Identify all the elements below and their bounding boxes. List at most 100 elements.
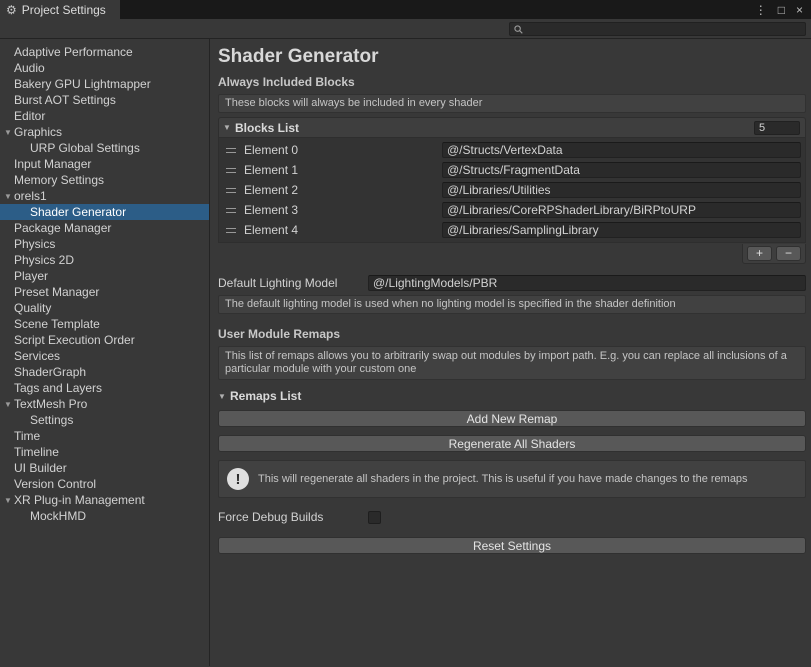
search-field[interactable]	[509, 22, 806, 36]
foldout-expanded-icon[interactable]: ▼	[2, 128, 14, 137]
drag-handle-icon[interactable]	[226, 188, 236, 193]
sidebar-item-physics-2d[interactable]: Physics 2D	[0, 252, 209, 268]
element-value-field[interactable]	[442, 202, 801, 218]
maximize-icon[interactable]: □	[778, 3, 785, 17]
drag-handle-icon[interactable]	[226, 228, 236, 233]
sidebar-item-input-manager[interactable]: Input Manager	[0, 156, 209, 172]
regenerate-all-shaders-button[interactable]: Regenerate All Shaders	[218, 435, 806, 452]
sidebar-item-label: Bakery GPU Lightmapper	[14, 77, 151, 91]
blocks-list-size-field[interactable]: 5	[754, 121, 800, 135]
sidebar-item-shadergraph[interactable]: ShaderGraph	[0, 364, 209, 380]
sidebar-item-time[interactable]: Time	[0, 428, 209, 444]
foldout-expanded-icon[interactable]: ▼	[2, 192, 14, 201]
blocks-list-row: Element 0	[219, 140, 805, 160]
titlebar: ⚙ Project Settings ⋮ □ ×	[0, 0, 811, 19]
sidebar-item-services[interactable]: Services	[0, 348, 209, 364]
element-value-field[interactable]	[442, 222, 801, 238]
remaps-list-label: Remaps List	[230, 389, 301, 403]
regenerate-warning-box: ! This will regenerate all shaders in th…	[218, 460, 806, 498]
sidebar-item-shader-generator[interactable]: Shader Generator	[0, 204, 209, 220]
sidebar-item-bakery-gpu-lightmapper[interactable]: Bakery GPU Lightmapper	[0, 76, 209, 92]
element-value-field[interactable]	[442, 142, 801, 158]
sidebar-item-label: Editor	[14, 109, 45, 123]
remaps-helpbox: This list of remaps allows you to arbitr…	[218, 346, 806, 380]
add-element-button[interactable]: +	[747, 246, 772, 261]
window-title: Project Settings	[22, 3, 106, 17]
blocks-list-body: Element 0 Element 1 Element 2 Element 3 …	[218, 137, 806, 243]
warning-icon: !	[227, 468, 249, 490]
sidebar-item-mockhmd[interactable]: MockHMD	[0, 508, 209, 524]
sidebar-item-urp-global-settings[interactable]: URP Global Settings	[0, 140, 209, 156]
sidebar-item-editor[interactable]: Editor	[0, 108, 209, 124]
search-input[interactable]	[527, 23, 801, 35]
sidebar-item-timeline[interactable]: Timeline	[0, 444, 209, 460]
sidebar-item-label: XR Plug-in Management	[14, 493, 145, 507]
drag-handle-icon[interactable]	[226, 208, 236, 213]
sidebar-item-xr-plug-in-management[interactable]: ▼ XR Plug-in Management	[0, 492, 209, 508]
sidebar-item-script-execution-order[interactable]: Script Execution Order	[0, 332, 209, 348]
sidebar-item-label: ShaderGraph	[14, 365, 86, 379]
blocks-list-header[interactable]: ▼ Blocks List 5	[218, 117, 806, 137]
always-included-heading: Always Included Blocks	[218, 76, 806, 89]
sidebar-item-ui-builder[interactable]: UI Builder	[0, 460, 209, 476]
sidebar-item-scene-template[interactable]: Scene Template	[0, 316, 209, 332]
drag-handle-icon[interactable]	[226, 148, 236, 153]
sidebar-item-memory-settings[interactable]: Memory Settings	[0, 172, 209, 188]
sidebar-item-burst-aot-settings[interactable]: Burst AOT Settings	[0, 92, 209, 108]
add-new-remap-button[interactable]: Add New Remap	[218, 410, 806, 427]
element-label: Element 0	[244, 143, 442, 157]
sidebar-item-label: Physics 2D	[14, 253, 74, 267]
blocks-list-footer: + −	[218, 244, 806, 264]
sidebar-item-label: Scene Template	[14, 317, 100, 331]
sidebar-item-label: Input Manager	[14, 157, 91, 171]
settings-sidebar: Adaptive Performance Audio Bakery GPU Li…	[0, 39, 210, 666]
gear-icon: ⚙	[6, 3, 17, 17]
remaps-list-foldout[interactable]: ▼ Remaps List	[218, 388, 806, 404]
blocks-list-footer-buttons: + −	[742, 244, 806, 264]
foldout-expanded-icon[interactable]: ▼	[2, 400, 14, 409]
blocks-list-label: Blocks List	[235, 121, 299, 135]
lighting-model-field[interactable]	[368, 275, 806, 291]
sidebar-item-label: Audio	[14, 61, 45, 75]
blocks-list: ▼ Blocks List 5 Element 0 Element 1 Elem…	[218, 117, 806, 264]
lighting-model-label: Default Lighting Model	[218, 276, 368, 290]
sidebar-item-label: UI Builder	[14, 461, 67, 475]
element-value-field[interactable]	[442, 162, 801, 178]
element-label: Element 3	[244, 203, 442, 217]
sidebar-item-textmesh-pro[interactable]: ▼ TextMesh Pro	[0, 396, 209, 412]
sidebar-item-adaptive-performance[interactable]: Adaptive Performance	[0, 44, 209, 60]
sidebar-item-version-control[interactable]: Version Control	[0, 476, 209, 492]
reset-settings-button[interactable]: Reset Settings	[218, 537, 806, 554]
sidebar-item-orels1[interactable]: ▼ orels1	[0, 188, 209, 204]
foldout-expanded-icon[interactable]: ▼	[2, 496, 14, 505]
sidebar-item-player[interactable]: Player	[0, 268, 209, 284]
window-tab[interactable]: ⚙ Project Settings	[0, 0, 120, 19]
page-title: Shader Generator	[218, 46, 806, 68]
sidebar-item-package-manager[interactable]: Package Manager	[0, 220, 209, 236]
foldout-expanded-icon[interactable]: ▼	[218, 392, 230, 401]
drag-handle-icon[interactable]	[226, 168, 236, 173]
sidebar-item-label: Version Control	[14, 477, 96, 491]
sidebar-item-label: TextMesh Pro	[14, 397, 87, 411]
lighting-model-row: Default Lighting Model	[218, 274, 806, 292]
sidebar-item-label: Player	[14, 269, 48, 283]
force-debug-builds-label: Force Debug Builds	[218, 510, 368, 524]
menu-icon[interactable]: ⋮	[755, 3, 767, 17]
sidebar-item-audio[interactable]: Audio	[0, 60, 209, 76]
sidebar-item-quality[interactable]: Quality	[0, 300, 209, 316]
sidebar-item-tags-and-layers[interactable]: Tags and Layers	[0, 380, 209, 396]
foldout-expanded-icon[interactable]: ▼	[223, 123, 235, 132]
window-controls: ⋮ □ ×	[755, 0, 811, 19]
sidebar-item-physics[interactable]: Physics	[0, 236, 209, 252]
sidebar-item-settings[interactable]: Settings	[0, 412, 209, 428]
force-debug-builds-checkbox[interactable]	[368, 511, 381, 524]
sidebar-item-preset-manager[interactable]: Preset Manager	[0, 284, 209, 300]
remove-element-button[interactable]: −	[776, 246, 801, 261]
sidebar-item-label: Memory Settings	[14, 173, 104, 187]
close-icon[interactable]: ×	[796, 3, 803, 17]
sidebar-item-label: URP Global Settings	[30, 141, 140, 155]
search-icon	[514, 25, 523, 34]
sidebar-item-label: Time	[14, 429, 40, 443]
sidebar-item-graphics[interactable]: ▼ Graphics	[0, 124, 209, 140]
element-value-field[interactable]	[442, 182, 801, 198]
